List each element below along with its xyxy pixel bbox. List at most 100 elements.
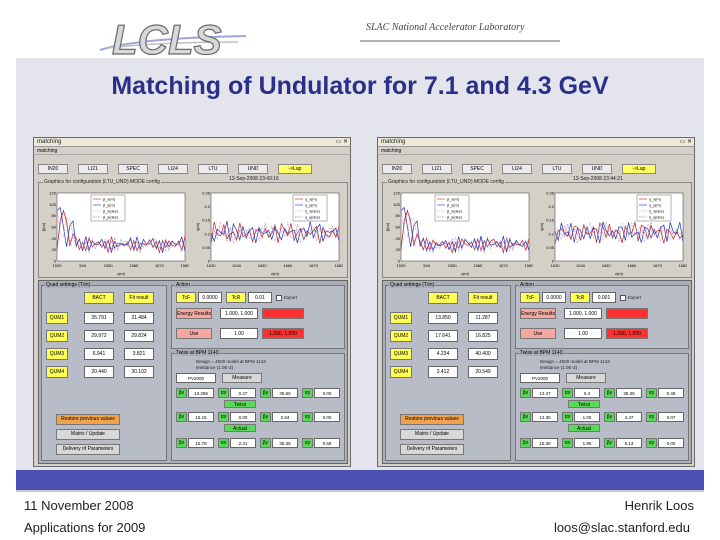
quad-label-qum1[interactable]: QUM1	[46, 312, 68, 324]
restore-previous-button[interactable]: Restore previous values	[56, 414, 120, 425]
tcf-button[interactable]: TcF	[176, 292, 196, 303]
export-checkbox[interactable]	[276, 295, 282, 301]
region-button-lap[interactable]: ->Lap	[278, 164, 312, 174]
use-label[interactable]: Use	[520, 328, 556, 339]
quad-label-qum2[interactable]: QUM2	[46, 330, 68, 342]
quad-label-qum2[interactable]: QUM2	[390, 330, 412, 342]
region-button-li21[interactable]: LI21	[422, 164, 452, 174]
use-label[interactable]: Use	[176, 328, 212, 339]
quad-label-qum4[interactable]: QUM4	[46, 366, 68, 378]
window-controls-icon[interactable]: ▭ ✕	[680, 138, 692, 147]
twiss-param-value[interactable]: 0.27	[230, 388, 256, 398]
quad-label-qum1[interactable]: QUM1	[390, 312, 412, 324]
bact-header[interactable]: BACT	[428, 292, 458, 304]
fit-result-header[interactable]: Fit result	[468, 292, 498, 304]
region-button-in20[interactable]: IN20	[382, 164, 412, 174]
fit-result-header[interactable]: Fit result	[124, 292, 154, 304]
region-button-li21[interactable]: LI21	[78, 164, 108, 174]
tcf-button[interactable]: TcF	[520, 292, 540, 303]
twiss-param-value[interactable]: 13.35	[532, 412, 558, 422]
twiss-param-label: αx	[562, 412, 573, 422]
region-button-und[interactable]: UND	[238, 164, 268, 174]
twiss-param-value[interactable]: 0.00	[314, 412, 340, 422]
use-field[interactable]: 1.00	[220, 328, 258, 339]
window-menubar[interactable]: matching	[378, 147, 694, 155]
twiss-param-value[interactable]: 1.00	[574, 412, 600, 422]
region-button-und[interactable]: UND	[582, 164, 612, 174]
twiss-param-value[interactable]: 35.35	[616, 388, 642, 398]
twiss-param-value[interactable]: 0.07	[658, 412, 684, 422]
tcr-button[interactable]: TcR	[570, 292, 590, 303]
twiss-param-value[interactable]: 2.84	[272, 412, 298, 422]
region-button-spec[interactable]: SPEC	[462, 164, 492, 174]
twiss-param-value[interactable]: 13.47	[532, 388, 558, 398]
delivery-parameters-button[interactable]: Delivery of Parameters	[400, 444, 464, 455]
window-titlebar[interactable]: matching ▭ ✕	[378, 138, 694, 147]
energy-results-label[interactable]: Energy Results	[176, 308, 212, 319]
bottom-bar	[16, 470, 704, 490]
pv-select[interactable]: PV2000	[176, 373, 216, 383]
pv-select[interactable]: PV2000	[520, 373, 560, 383]
bact-header[interactable]: BACT	[84, 292, 114, 304]
tcr-field[interactable]: 0.001	[592, 292, 616, 303]
tcf-field[interactable]: 0.0000	[198, 292, 222, 303]
x-axis-label: z(m)	[461, 271, 470, 276]
measure-button[interactable]: Measure	[222, 373, 262, 383]
region-button-li24[interactable]: LI24	[158, 164, 188, 174]
region-button-ltu[interactable]: LTU	[542, 164, 572, 174]
matrix-update-button[interactable]: Matrix / Update	[400, 429, 464, 440]
twiss-param-value[interactable]: 4.47	[616, 412, 642, 422]
window-menubar[interactable]: matching	[34, 147, 350, 155]
quad-fit-value: 3.821	[124, 348, 154, 360]
y-tick-label: 120	[393, 191, 400, 196]
region-button-li24[interactable]: LI24	[502, 164, 532, 174]
use-field[interactable]: 1.00	[564, 328, 602, 339]
y-axis-label: β(m)	[385, 222, 390, 231]
region-button-lap[interactable]: ->Lap	[622, 164, 656, 174]
tcf-field[interactable]: 0.0000	[542, 292, 566, 303]
twiss-param-value[interactable]: 35.35	[272, 438, 298, 448]
twiss-param-value[interactable]: 0.00	[230, 412, 256, 422]
region-button-in20[interactable]: IN20	[38, 164, 68, 174]
quad-label-qum4[interactable]: QUM4	[390, 366, 412, 378]
tcr-button[interactable]: TcR	[226, 292, 246, 303]
tcr-field[interactable]: 0.01	[248, 292, 272, 303]
x-tick-label: 1630	[551, 263, 561, 268]
twiss-param-value[interactable]: 35.60	[272, 388, 298, 398]
twiss-param-value[interactable]: 0.00	[314, 388, 340, 398]
region-button-ltu[interactable]: LTU	[198, 164, 228, 174]
twiss-param-value[interactable]: 13.256	[188, 388, 214, 398]
window-controls-icon[interactable]: ▭ ✕	[336, 138, 348, 147]
twiss-param-value[interactable]: 2.41	[230, 438, 256, 448]
twiss-param-value[interactable]: 0.4	[574, 388, 600, 398]
restore-previous-button[interactable]: Restore previous values	[400, 414, 464, 425]
measure-button[interactable]: Measure	[566, 373, 606, 383]
legend-entry: β_x(des)	[103, 210, 119, 214]
twiss-param-value[interactable]: 0.48	[658, 388, 684, 398]
region-button-spec[interactable]: SPEC	[118, 164, 148, 174]
x-tick-label: 540	[79, 263, 86, 268]
energy-results-label[interactable]: Energy Results	[520, 308, 556, 319]
twiss-param-value[interactable]: 15.78	[188, 438, 214, 448]
x-tick-label: 1570	[155, 263, 165, 268]
x-tick-label: 1670	[653, 263, 663, 268]
quad-label-qum3[interactable]: QUM3	[390, 348, 412, 360]
twiss-param-value[interactable]: 0.68	[314, 438, 340, 448]
energy-status-field	[606, 308, 648, 319]
quad-fit-value: 29.824	[124, 330, 154, 342]
export-checkbox[interactable]	[620, 295, 626, 301]
y-tick-label: 60	[52, 225, 57, 230]
x-tick-label: 1680	[335, 263, 343, 268]
twiss-param-value[interactable]: 15.15	[188, 412, 214, 422]
action-group: Action TcF 0.0000 TcR 0.01 Export Energy Resul…	[171, 282, 345, 349]
quad-label-qum3[interactable]: QUM3	[46, 348, 68, 360]
matrix-update-button[interactable]: Matrix / Update	[56, 429, 120, 440]
window-titlebar[interactable]: matching ▭ ✕	[34, 138, 350, 147]
delivery-parameters-button[interactable]: Delivery of Parameters	[56, 444, 120, 455]
twiss-param-value[interactable]: 0.00	[658, 438, 684, 448]
lcls-logo: LCLS	[99, 15, 247, 60]
actual-label: Actual	[224, 424, 256, 432]
twiss-param-value[interactable]: 15.38	[532, 438, 558, 448]
twiss-param-value[interactable]: 1.95	[574, 438, 600, 448]
twiss-param-value[interactable]: 5.13	[616, 438, 642, 448]
